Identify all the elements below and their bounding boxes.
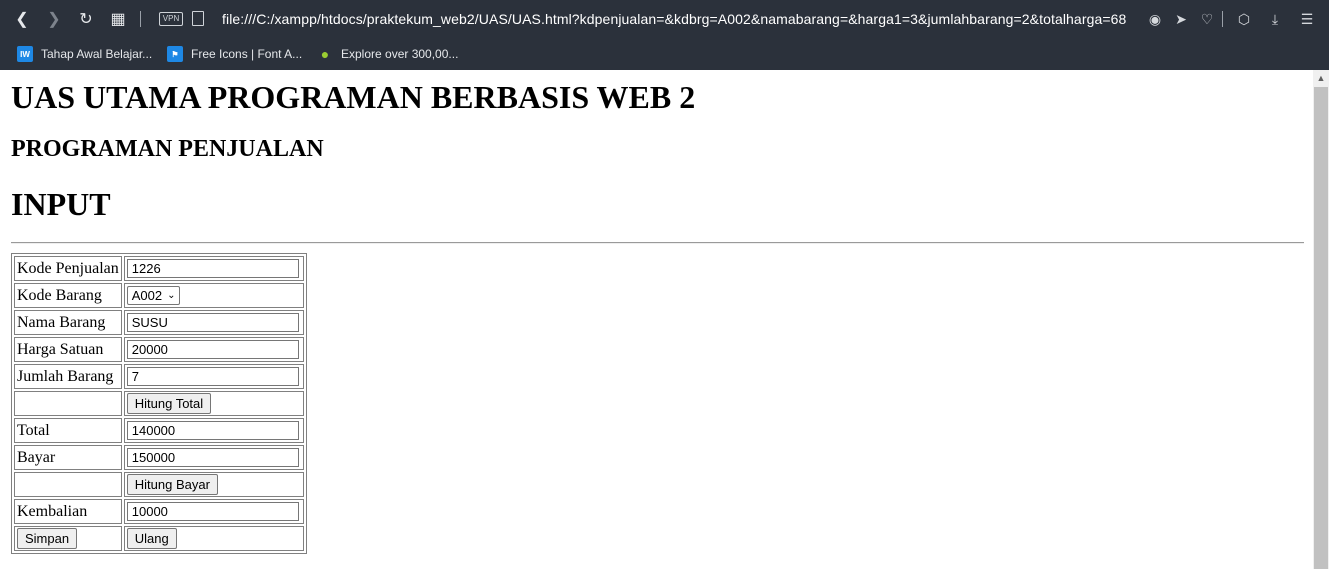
divider — [11, 242, 1304, 244]
heart-icon[interactable]: ♡ — [1197, 9, 1217, 29]
section-heading: INPUT — [11, 186, 111, 222]
table-row: Nama Barang SUSU — [14, 310, 304, 335]
table-row: Kode Barang A002 ⌄ — [14, 283, 304, 308]
nama-barang-input[interactable]: SUSU — [126, 313, 299, 332]
table-row: Jumlah Barang 7 — [14, 364, 304, 389]
address-bar: ❮ ❯ ↻ ▦ VPN file:///C:/xampp/htdocs/prak… — [0, 0, 1329, 38]
empty-cell — [14, 472, 122, 497]
toolbar-separator — [1222, 11, 1223, 27]
bookmark-label: Explore over 300,00... — [341, 47, 459, 61]
hitung-total-button[interactable]: Hitung Total — [126, 393, 212, 414]
bookmark-globe-icon: ● — [320, 46, 330, 62]
page-subtitle: PROGRAMAN PENJUALAN — [11, 136, 324, 162]
table-row: Total 140000 — [14, 418, 304, 443]
nama-barang-label: Nama Barang — [14, 310, 122, 335]
table-row: Simpan Ulang — [14, 526, 304, 551]
hitung-bayar-button[interactable]: Hitung Bayar — [126, 474, 218, 495]
bookmark-label: Free Icons | Font A... — [191, 47, 303, 61]
bookmark-flag-icon: ⚑ — [167, 46, 183, 62]
bookmark-item[interactable]: IW Tahap Awal Belajar... — [17, 44, 152, 64]
vertical-scrollbar[interactable]: ▲ — [1313, 70, 1329, 569]
ulang-button[interactable]: Ulang — [126, 528, 177, 549]
kode-barang-select[interactable]: A002 ⌄ — [126, 286, 180, 305]
send-icon[interactable]: ➤ — [1171, 9, 1191, 29]
table-row: Hitung Total — [14, 391, 304, 416]
forward-icon[interactable]: ❯ — [44, 9, 64, 29]
bookmark-label: Tahap Awal Belajar... — [41, 47, 153, 61]
table-row: Kembalian 10000 — [14, 499, 304, 524]
kode-penjualan-input[interactable]: 1226 — [126, 259, 299, 278]
menu-icon[interactable]: ☰ — [1297, 9, 1317, 29]
bookmark-iw-icon: IW — [17, 46, 33, 62]
simpan-button[interactable]: Simpan — [17, 528, 78, 549]
camera-icon[interactable]: ◉ — [1145, 9, 1165, 29]
table-row: Bayar 150000 — [14, 445, 304, 470]
kode-barang-label: Kode Barang — [14, 283, 122, 308]
url-field[interactable]: file:///C:/xampp/htdocs/praktekum_web2/U… — [222, 11, 1138, 27]
bayar-label: Bayar — [14, 445, 122, 470]
chevron-down-icon: ⌄ — [167, 290, 176, 301]
empty-cell — [14, 391, 122, 416]
bookmark-item[interactable]: ⚑ Free Icons | Font A... — [167, 44, 302, 64]
toolbar-separator — [140, 11, 141, 27]
table-row: Kode Penjualan 1226 — [14, 256, 304, 281]
back-icon[interactable]: ❮ — [12, 9, 32, 29]
bayar-input[interactable]: 150000 — [126, 448, 299, 467]
harga-satuan-input[interactable]: 20000 — [126, 340, 299, 359]
table-row: Harga Satuan 20000 — [14, 337, 304, 362]
total-label: Total — [14, 418, 122, 443]
kode-barang-value: A002 — [131, 288, 163, 303]
total-input[interactable]: 140000 — [126, 421, 299, 440]
download-icon[interactable]: ⤓ — [1265, 9, 1285, 29]
reload-icon[interactable]: ↻ — [76, 9, 96, 29]
browser-chrome: ❮ ❯ ↻ ▦ VPN file:///C:/xampp/htdocs/prak… — [0, 0, 1329, 70]
scroll-up-arrow-icon[interactable]: ▲ — [1313, 70, 1329, 86]
bookmark-item[interactable]: ● Explore over 300,00... — [317, 44, 459, 64]
jumlah-barang-label: Jumlah Barang — [14, 364, 122, 389]
kembalian-label: Kembalian — [14, 499, 122, 524]
cube-icon[interactable]: ⬡ — [1234, 9, 1254, 29]
kembalian-input[interactable]: 10000 — [126, 502, 299, 521]
file-page-icon — [192, 11, 204, 26]
vpn-badge[interactable]: VPN — [159, 12, 183, 26]
tabs-grid-icon[interactable]: ▦ — [108, 9, 128, 29]
jumlah-barang-input[interactable]: 7 — [126, 367, 299, 386]
harga-satuan-label: Harga Satuan — [14, 337, 122, 362]
kode-penjualan-label: Kode Penjualan — [14, 256, 122, 281]
page-content: UAS UTAMA PROGRAMAN BERBASIS WEB 2 PROGR… — [0, 70, 1313, 569]
bookmarks-bar: IW Tahap Awal Belajar... ⚑ Free Icons | … — [0, 38, 1329, 70]
scroll-thumb[interactable] — [1314, 87, 1328, 569]
table-row: Hitung Bayar — [14, 472, 304, 497]
sales-form-table: Kode Penjualan 1226 Kode Barang A002 ⌄ Na… — [11, 253, 307, 554]
page-title: UAS UTAMA PROGRAMAN BERBASIS WEB 2 — [11, 79, 696, 115]
